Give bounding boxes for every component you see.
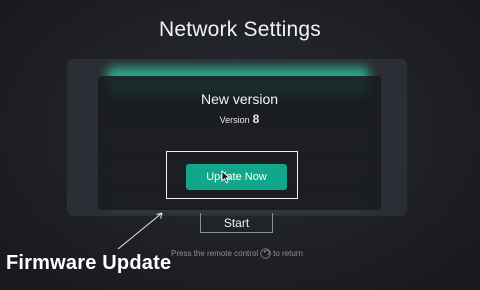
return-icon (260, 248, 271, 259)
start-label: Start (223, 215, 250, 230)
version-number: 8 (252, 112, 260, 126)
version-info: Version 8 (98, 112, 381, 126)
start-button[interactable]: Start (200, 213, 273, 233)
dialog-title: New version (200, 91, 279, 107)
pointer-cursor-icon (221, 170, 231, 184)
hint-text-after: to return (273, 249, 303, 258)
hint-text-before: Press the remote control (171, 249, 259, 258)
update-now-label: Update Now (206, 171, 267, 183)
update-now-button[interactable]: Update Now (186, 164, 287, 190)
annotation-label: Firmware Update (6, 252, 172, 274)
version-label: Version (219, 115, 250, 125)
page-title: Network Settings (159, 18, 321, 41)
